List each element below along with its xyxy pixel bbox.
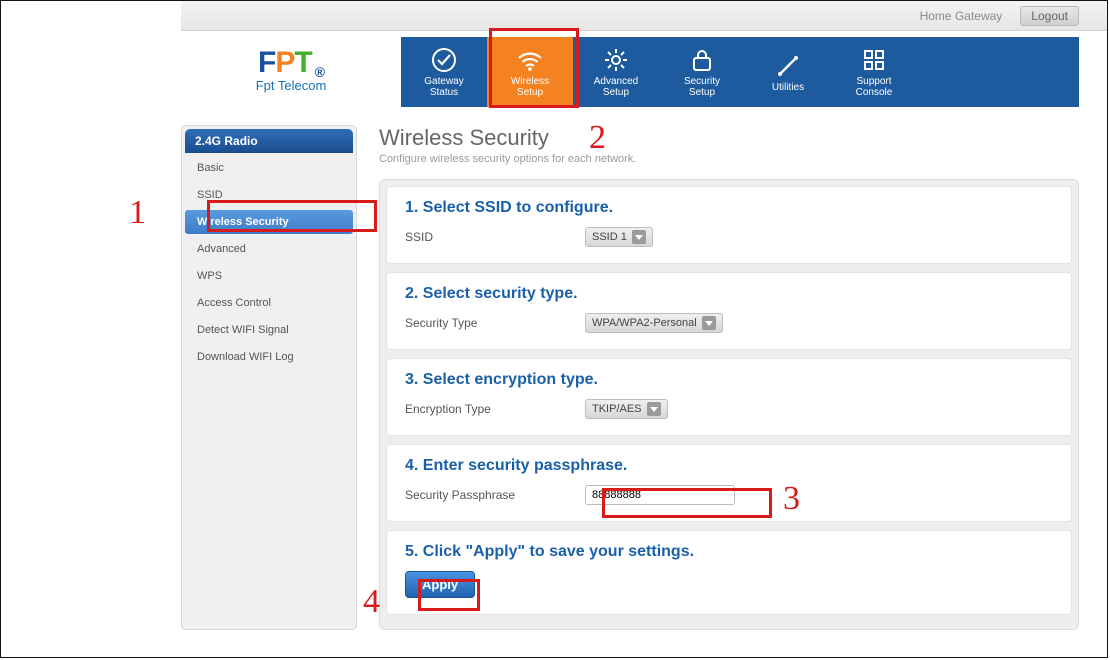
- nav-label: Wireless Setup: [511, 76, 549, 98]
- annotation-number-4: 4: [363, 583, 380, 621]
- nav-wireless-setup[interactable]: Wireless Setup: [487, 37, 573, 107]
- annotation-number-1: 1: [129, 194, 146, 232]
- header: F P T ® Fpt Telecom Gateway Status Wirel…: [181, 31, 1107, 107]
- section-security-type: 2. Select security type. Security Type W…: [386, 272, 1072, 350]
- nav-label: Gateway Status: [424, 76, 463, 98]
- passphrase-input[interactable]: [585, 485, 735, 505]
- annotation-number-2: 2: [589, 119, 606, 157]
- tools-icon: [774, 52, 802, 80]
- chevron-down-icon: [647, 402, 661, 416]
- section-heading: 2. Select security type.: [405, 285, 1053, 303]
- encryption-type-dropdown[interactable]: TKIP/AES: [585, 399, 668, 419]
- ssid-dropdown[interactable]: SSID 1: [585, 227, 653, 247]
- logo-letter-f: F: [258, 46, 275, 80]
- wifi-icon: [516, 46, 544, 74]
- gear-icon: [602, 46, 630, 74]
- lock-icon: [688, 46, 716, 74]
- page-subtitle: Configure wireless security options for …: [379, 153, 1079, 165]
- sidebar-item-access-control[interactable]: Access Control: [185, 291, 353, 315]
- nav-utilities[interactable]: Utilities: [745, 37, 831, 107]
- ssid-dropdown-value: SSID 1: [592, 231, 627, 243]
- utility-bar: Home Gateway Logout: [181, 1, 1107, 31]
- home-gateway-link[interactable]: Home Gateway: [920, 9, 1003, 23]
- section-apply: 5. Click "Apply" to save your settings. …: [386, 530, 1072, 615]
- sidebar-item-wireless-security[interactable]: Wireless Security: [185, 210, 353, 234]
- sidebar: 2.4G Radio Basic SSID Wireless Security …: [181, 125, 357, 630]
- logo-letter-t: T: [294, 46, 311, 80]
- logo: F P T ® Fpt Telecom: [181, 31, 401, 107]
- nav-support-console[interactable]: Support Console: [831, 37, 917, 107]
- sidebar-item-ssid[interactable]: SSID: [185, 183, 353, 207]
- logo-subtitle: Fpt Telecom: [256, 78, 327, 93]
- logo-text: F P T ®: [258, 46, 324, 80]
- field-label-passphrase: Security Passphrase: [405, 488, 575, 502]
- section-passphrase: 4. Enter security passphrase. Security P…: [386, 444, 1072, 522]
- logout-button[interactable]: Logout: [1020, 6, 1079, 26]
- nav-label: Advanced Setup: [594, 76, 638, 98]
- sidebar-item-advanced[interactable]: Advanced: [185, 237, 353, 261]
- grid-icon: [860, 46, 888, 74]
- nav-label: Support Console: [856, 76, 893, 98]
- nav-security-setup[interactable]: Security Setup: [659, 37, 745, 107]
- content: 2.4G Radio Basic SSID Wireless Security …: [181, 125, 1079, 630]
- main: Wireless Security Configure wireless sec…: [379, 125, 1079, 630]
- security-type-dropdown[interactable]: WPA/WPA2-Personal: [585, 313, 723, 333]
- section-heading: 5. Click "Apply" to save your settings.: [405, 543, 1053, 561]
- logo-letter-p: P: [275, 46, 294, 80]
- field-label-encryption-type: Encryption Type: [405, 402, 575, 416]
- field-label-ssid: SSID: [405, 230, 575, 244]
- sidebar-item-detect-wifi-signal[interactable]: Detect WIFI Signal: [185, 318, 353, 342]
- sidebar-item-wps[interactable]: WPS: [185, 264, 353, 288]
- nav-advanced-setup[interactable]: Advanced Setup: [573, 37, 659, 107]
- sidebar-item-basic[interactable]: Basic: [185, 156, 353, 180]
- security-type-value: WPA/WPA2-Personal: [592, 317, 697, 329]
- settings-panel: 1. Select SSID to configure. SSID SSID 1…: [379, 179, 1079, 630]
- chevron-down-icon: [702, 316, 716, 330]
- nav-gateway-status[interactable]: Gateway Status: [401, 37, 487, 107]
- section-heading: 4. Enter security passphrase.: [405, 457, 1053, 475]
- field-label-security-type: Security Type: [405, 316, 575, 330]
- apply-button[interactable]: Apply: [405, 571, 475, 598]
- section-ssid: 1. Select SSID to configure. SSID SSID 1: [386, 186, 1072, 264]
- sidebar-header: 2.4G Radio: [185, 129, 353, 153]
- page-title: Wireless Security: [379, 125, 1079, 151]
- encryption-type-value: TKIP/AES: [592, 403, 642, 415]
- main-nav: Gateway Status Wireless Setup Advanced S…: [401, 37, 1079, 107]
- check-circle-icon: [430, 46, 458, 74]
- nav-label: Security Setup: [684, 76, 720, 98]
- annotation-number-3: 3: [783, 480, 800, 518]
- nav-label: Utilities: [772, 82, 804, 93]
- section-heading: 3. Select encryption type.: [405, 371, 1053, 389]
- section-heading: 1. Select SSID to configure.: [405, 199, 1053, 217]
- chevron-down-icon: [632, 230, 646, 244]
- sidebar-item-download-wifi-log[interactable]: Download WIFI Log: [185, 345, 353, 369]
- section-encryption-type: 3. Select encryption type. Encryption Ty…: [386, 358, 1072, 436]
